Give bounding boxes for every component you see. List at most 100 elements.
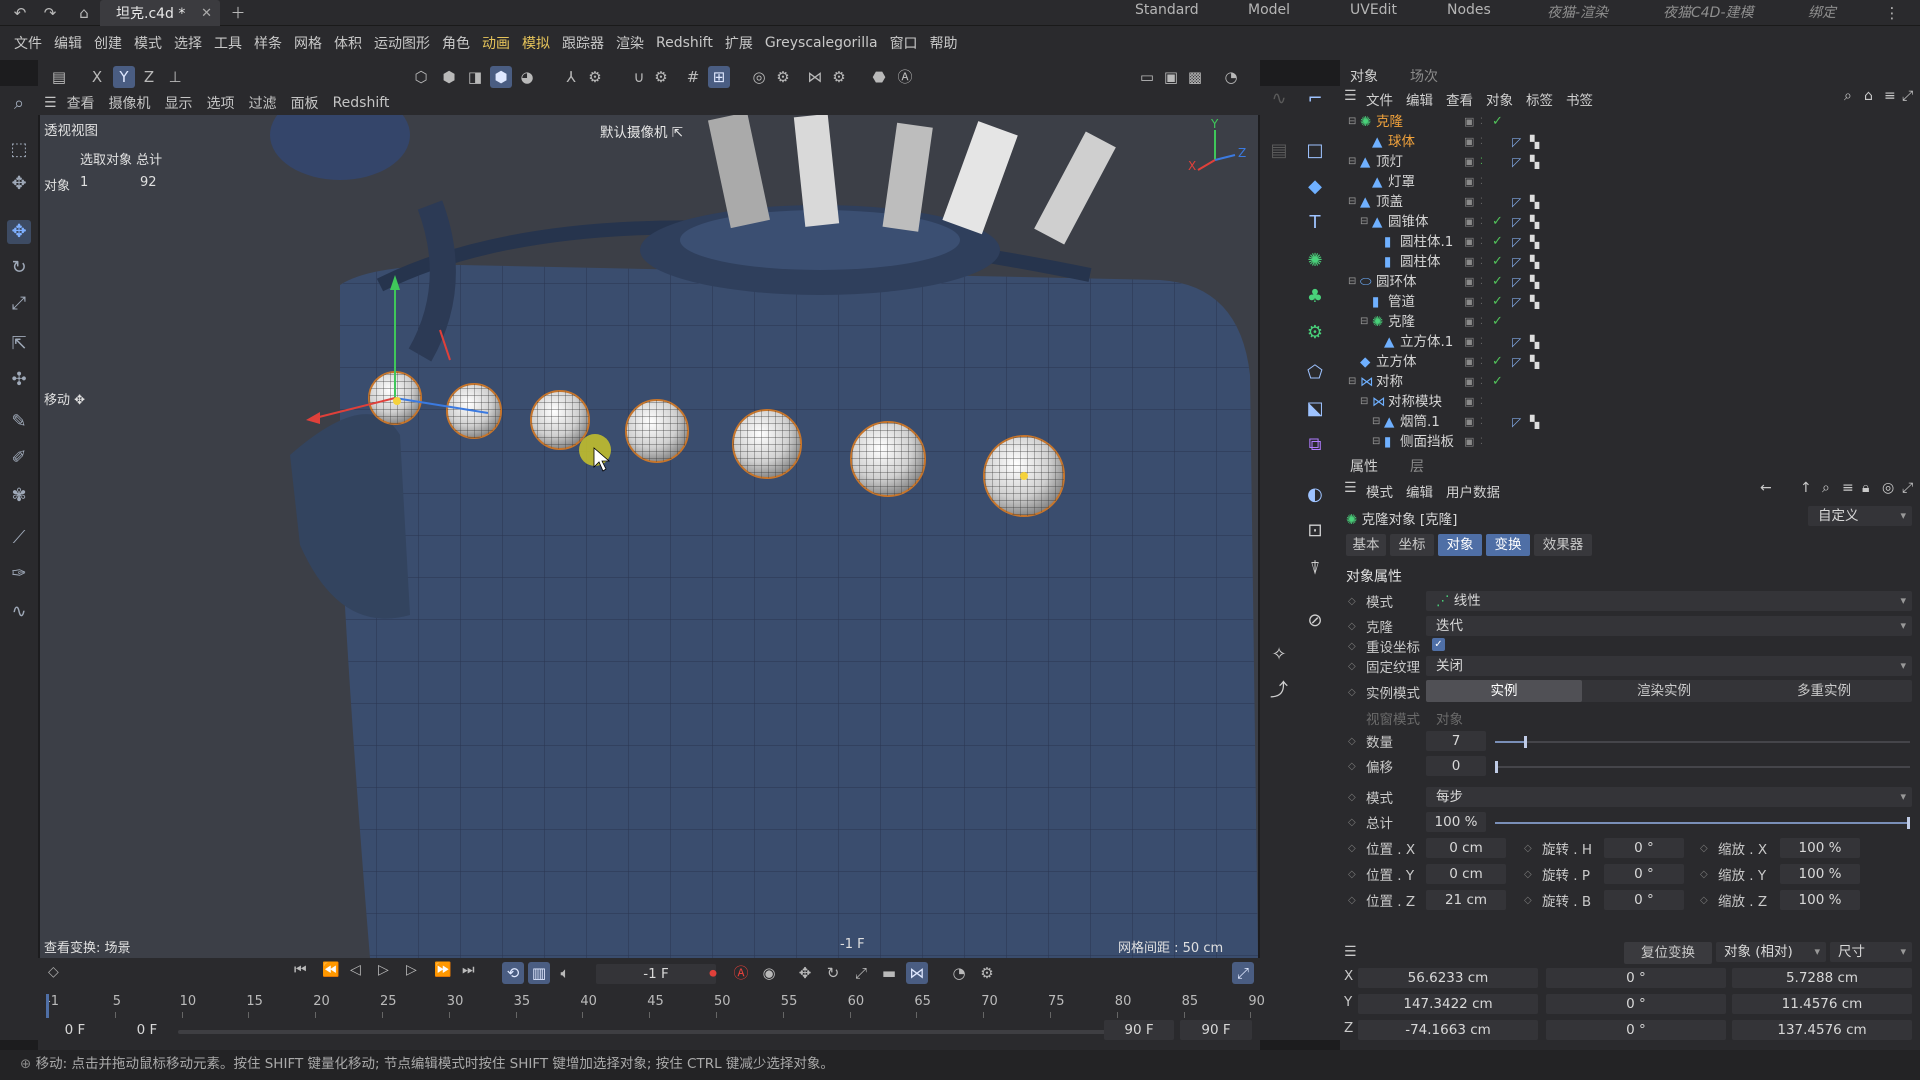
enabled-check-icon[interactable]: ✓ <box>1492 232 1503 252</box>
om-menu-tags[interactable]: 标签 <box>1526 89 1553 109</box>
render-region-icon[interactable]: ⬣ <box>868 66 890 88</box>
place-tool-icon[interactable]: ⇱ <box>7 332 31 356</box>
mode-select[interactable]: ⋰ 线性 <box>1426 591 1912 611</box>
fold-toggle-icon[interactable]: ⊟ <box>1348 272 1356 292</box>
sketch-icon[interactable]: ✐ <box>7 446 31 470</box>
layer-icon[interactable]: ▣ <box>1464 332 1474 352</box>
menu-item-11[interactable]: 动画 <box>476 33 516 53</box>
total-slider-track[interactable] <box>1495 817 1910 829</box>
scale-field[interactable]: 100 % <box>1780 864 1860 884</box>
record-icon[interactable]: ⏺ <box>702 962 724 984</box>
keyframe-diamond-icon[interactable]: ◇ <box>1348 895 1356 906</box>
fold-toggle-icon[interactable]: ⊟ <box>1348 372 1356 392</box>
motion-settings-icon[interactable]: ⚙ <box>976 962 998 984</box>
menu-item-9[interactable]: 运动图形 <box>368 33 436 53</box>
enabled-check-icon[interactable]: ✓ <box>1492 372 1503 392</box>
search-icon[interactable]: ⌕ <box>1844 88 1852 104</box>
fold-toggle-icon[interactable]: ⊟ <box>1372 412 1380 432</box>
menu-item-4[interactable]: 选择 <box>168 33 208 53</box>
axis-x-lock[interactable]: X <box>86 66 108 88</box>
loop-icon[interactable]: ⟲ <box>502 962 524 984</box>
viewport-menu-item-2[interactable]: 显示 <box>165 93 193 113</box>
search-icon[interactable]: ⌕ <box>7 92 31 116</box>
om-menu-view[interactable]: 查看 <box>1446 89 1473 109</box>
viewport-menu-item-4[interactable]: 过滤 <box>249 93 277 113</box>
workspace-render[interactable]: 夜猫-渲染 <box>1547 2 1608 22</box>
object-row[interactable]: ▲ 球体 ▣ ⁚ ◸ ▚ <box>1340 132 1920 152</box>
prev-key-icon[interactable]: ⏪ <box>322 962 339 978</box>
keyframe-diamond-icon[interactable]: ◇ <box>1524 895 1532 906</box>
fold-toggle-icon[interactable]: ⊟ <box>1372 432 1380 452</box>
preset-select[interactable]: 自定义 <box>1808 506 1912 526</box>
enabled-check-icon[interactable]: ✓ <box>1492 272 1503 292</box>
visibility-dots-icon[interactable]: ⁚ <box>1480 392 1483 412</box>
offset-slider-track[interactable] <box>1495 761 1910 773</box>
axis-settings-icon[interactable]: ⚙ <box>584 66 606 88</box>
expand-icon[interactable]: ⤢ <box>1902 480 1913 496</box>
object-row[interactable]: ▲ 立方体.1 ▣ ⁚ ◸ ▚ <box>1340 332 1920 352</box>
reset-coords-checkbox[interactable]: ✓ <box>1432 638 1445 651</box>
rotation-field[interactable]: 0 ° <box>1604 838 1684 858</box>
layer-icon[interactable]: ▣ <box>1464 152 1474 172</box>
keyframe-diamond-icon[interactable]: ◇ <box>1524 843 1532 854</box>
instance-option-multi[interactable]: 多重实例 <box>1746 680 1902 702</box>
am-menu-edit[interactable]: 编辑 <box>1406 481 1433 501</box>
frame-ruler[interactable]: -1 5 10 15 20 25 30 35 40 45 50 55 60 65 70 75 80 85 90 <box>46 994 1265 1018</box>
keyframe-selection-icon[interactable]: ◉ <box>758 962 780 984</box>
reset-transform-button[interactable]: 复位变换 <box>1624 942 1712 964</box>
coord-rotation-field[interactable]: 0 ° <box>1546 1020 1726 1040</box>
light-icon[interactable]: ⍒ <box>1302 556 1328 582</box>
render-settings-icon[interactable]: ▩ <box>1184 66 1206 88</box>
param-key-icon[interactable]: ▬ <box>878 962 900 984</box>
axis-z-lock[interactable]: Z <box>138 66 160 88</box>
subtab-object[interactable]: 对象 <box>1438 534 1482 556</box>
autokey-icon[interactable]: Ⓐ <box>730 962 752 984</box>
camera-icon[interactable]: ⊡ <box>1302 518 1328 544</box>
tab-layers[interactable]: 层 <box>1410 456 1424 476</box>
position-field[interactable]: 0 cm <box>1426 864 1506 884</box>
play-icon[interactable]: ▷ <box>378 962 389 978</box>
start-frame-a[interactable]: 0 F <box>46 1020 104 1040</box>
workspace-uvedit[interactable]: UVEdit <box>1350 2 1397 18</box>
phong-tag-icon[interactable]: ◸ <box>1512 272 1521 292</box>
search-icon[interactable]: ⌕ <box>1822 480 1830 496</box>
menu-item-12[interactable]: 模拟 <box>516 33 556 53</box>
model-mode-icon[interactable]: ⬢ <box>490 66 512 88</box>
phong-tag-icon[interactable]: ◸ <box>1512 212 1521 232</box>
material-tag-icon[interactable]: ▚ <box>1530 252 1539 272</box>
am-menu-mode[interactable]: 模式 <box>1366 481 1393 501</box>
menu-item-10[interactable]: 角色 <box>436 33 476 53</box>
keyframe-diamond-icon[interactable]: ◇ <box>1700 843 1708 854</box>
object-name[interactable]: 顶灯 <box>1376 152 1403 172</box>
home-icon[interactable]: ⌂ <box>1864 88 1873 104</box>
menu-item-1[interactable]: 编辑 <box>48 33 88 53</box>
cube-icon[interactable]: ◆ <box>1302 174 1328 200</box>
timeline-expand-icon[interactable]: ⤢ <box>1232 962 1254 984</box>
axis-mode-icon[interactable]: ⅄ <box>560 66 582 88</box>
menu-item-14[interactable]: 渲染 <box>610 33 650 53</box>
object-row[interactable]: ▲ 灯罩 ▣ ⁚ <box>1340 172 1920 192</box>
fold-toggle-icon[interactable]: ⊟ <box>1360 392 1368 412</box>
layer-icon[interactable]: ▣ <box>1464 252 1474 272</box>
soft-select-icon[interactable]: ◎ <box>748 66 770 88</box>
menu-item-19[interactable]: 帮助 <box>924 33 964 53</box>
object-row[interactable]: ⊟ ⋈ 对称 ▣ ⁚ ✓ <box>1340 372 1920 392</box>
viewport-menu-icon[interactable]: ☰ <box>44 95 57 111</box>
keyframe-diamond-icon[interactable]: ◇ <box>1348 843 1356 854</box>
keyframe-diamond-icon[interactable]: ◇ <box>1348 761 1356 772</box>
step-mode-select[interactable]: 每步 <box>1426 787 1912 807</box>
enabled-check-icon[interactable]: ✓ <box>1492 252 1503 272</box>
settings-icon[interactable]: ◎ <box>1882 480 1894 496</box>
fold-toggle-icon[interactable]: ⊟ <box>1348 112 1356 132</box>
snap-icon[interactable]: ∪ <box>628 66 650 88</box>
keyframe-diamond-icon[interactable]: ◇ <box>48 964 59 980</box>
total-slider-knob[interactable] <box>1907 817 1910 829</box>
total-field[interactable]: 100 % <box>1426 812 1486 832</box>
edges-mode-icon[interactable]: ⬢ <box>438 66 460 88</box>
fold-toggle-icon[interactable]: ⊟ <box>1360 212 1368 232</box>
spline-pen-icon[interactable]: ✎ <box>7 410 31 434</box>
spline-smooth-icon[interactable]: ∿ <box>7 600 31 624</box>
object-name[interactable]: 灯罩 <box>1388 172 1415 192</box>
material-tag-icon[interactable]: ▚ <box>1530 332 1539 352</box>
object-name[interactable]: 对称 <box>1376 372 1403 392</box>
